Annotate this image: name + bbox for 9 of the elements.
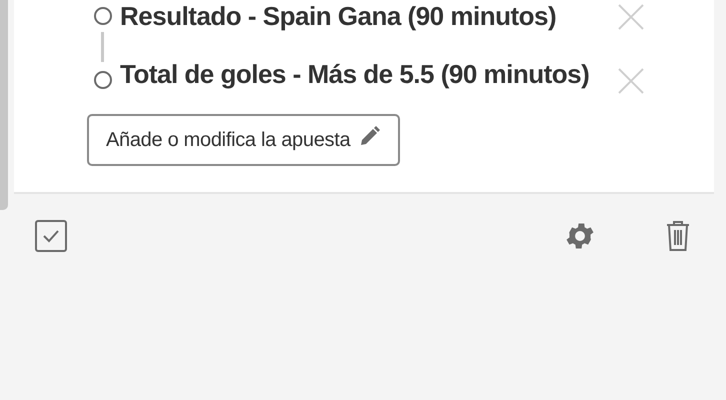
edit-bet-button[interactable]: Añade o modifica la apuesta <box>87 114 400 166</box>
scrollbar[interactable] <box>0 0 8 210</box>
leg-marker-icon <box>92 6 112 26</box>
select-all-checkbox[interactable] <box>35 220 67 252</box>
trash-icon[interactable] <box>666 220 690 252</box>
pencil-icon <box>358 124 382 148</box>
selection-text: Resultado - Spain Gana (90 minutos) <box>120 0 558 32</box>
leg-marker-icon <box>92 70 112 90</box>
selection-text: Total de goles - Más de 5.5 (90 minutos) <box>120 58 590 90</box>
